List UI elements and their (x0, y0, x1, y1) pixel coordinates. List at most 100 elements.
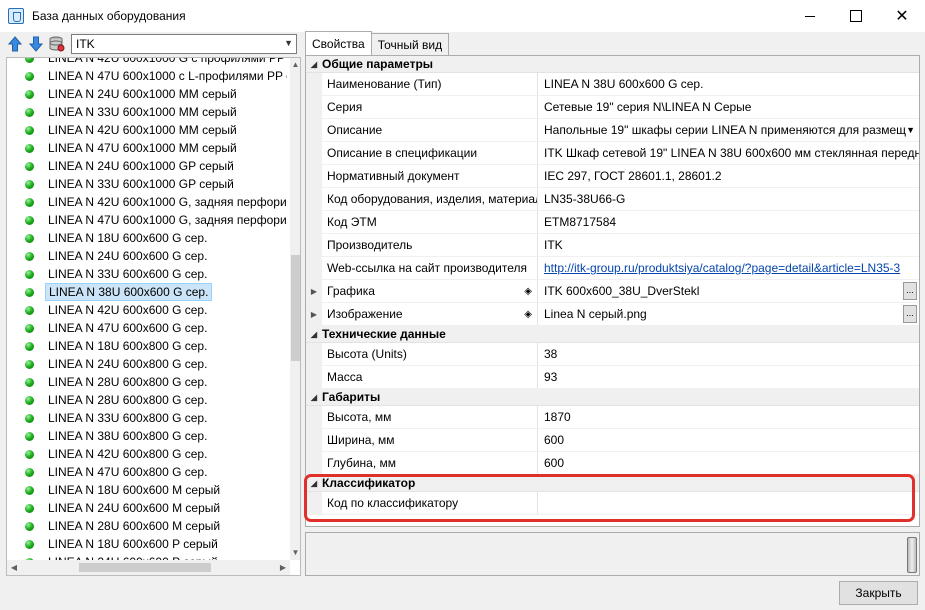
tree-item[interactable]: LINEA N 24U 600x1000 GP серый (7, 157, 287, 175)
property-row[interactable]: ▶ Изображение ◈ Linea N серый.png... (306, 303, 919, 326)
tree-item[interactable]: LINEA N 24U 600x800 G сер. (7, 355, 287, 373)
property-value[interactable] (538, 492, 919, 514)
scroll-up-icon[interactable]: ▲ (290, 58, 300, 72)
property-row[interactable]: ▶ Графика ◈ ITK 600x600_38U_DverStekl... (306, 280, 919, 303)
property-value[interactable]: 600 (538, 452, 919, 474)
property-value[interactable]: Напольные 19" шкафы серии LINEA N примен… (538, 119, 919, 141)
scroll-down-icon[interactable]: ▼ (290, 546, 300, 560)
property-value[interactable]: 38 (538, 343, 919, 365)
property-row[interactable]: Код по классификатору (306, 492, 919, 515)
tree-item[interactable]: LINEA N 42U 600x800 G сер. (7, 445, 287, 463)
property-row[interactable]: Web-ссылка на сайт производителя http://i… (306, 257, 919, 280)
property-value[interactable]: ITK Шкаф сетевой 19" LINEA N 38U 600x600… (538, 142, 919, 164)
property-value[interactable]: http://itk-group.ru/produktsiya/catalog/… (538, 257, 919, 279)
expand-arrow-icon[interactable]: ▶ (306, 280, 322, 302)
property-row[interactable]: Описание Напольные 19" шкафы серии LINEA … (306, 119, 919, 142)
property-row[interactable]: Код ЭТМ ETM8717584 (306, 211, 919, 234)
tree-item[interactable]: LINEA N 47U 600x1000 с L-профилями PP се… (7, 67, 287, 85)
status-dot-icon (25, 161, 34, 171)
tree-item[interactable]: LINEA N 33U 600x1000 GP серый (7, 175, 287, 193)
browse-button[interactable]: ... (903, 282, 917, 300)
tree-item[interactable]: LINEA N 33U 600x600 G сер. (7, 265, 287, 283)
property-value[interactable]: LINEA N 38U 600x600 G сер. (538, 73, 919, 95)
resize-grip-icon[interactable] (907, 537, 917, 573)
tree-item[interactable]: LINEA N 18U 600x800 G сер. (7, 337, 287, 355)
property-row[interactable]: Высота (Units) 38 (306, 343, 919, 366)
collapse-triangle-icon[interactable]: ◢ (306, 330, 322, 339)
tree-item[interactable]: LINEA N 42U 600x1000 MM серый (7, 121, 287, 139)
horizontal-scrollbar[interactable]: ◀ ▶ (7, 560, 290, 575)
tree-item[interactable]: LINEA N 18U 600x600 P серый (7, 535, 287, 553)
equipment-tree[interactable]: LINEA N 42U 600x1000 G с профилями PP се… (6, 57, 301, 576)
property-row[interactable]: Описание в спецификации ITK Шкаф сетевой … (306, 142, 919, 165)
property-value[interactable]: Linea N серый.png... (538, 303, 919, 325)
property-row[interactable]: Производитель ITK (306, 234, 919, 257)
scroll-right-icon[interactable]: ▶ (276, 560, 290, 575)
close-button[interactable]: Закрыть (839, 581, 918, 605)
property-row[interactable]: Код оборудования, изделия, материала LN35… (306, 188, 919, 211)
tree-item[interactable]: LINEA N 47U 600x1000 MM серый (7, 139, 287, 157)
database-icon[interactable] (48, 35, 66, 53)
tree-item[interactable]: LINEA N 38U 600x600 G сер. (7, 283, 287, 301)
expand-arrow-icon[interactable]: ▶ (306, 303, 322, 325)
tree-item[interactable]: LINEA N 28U 600x600 M серый (7, 517, 287, 535)
tree-item[interactable]: LINEA N 38U 600x800 G сер. (7, 427, 287, 445)
tree-item-label: LINEA N 42U 600x1000 G с профилями PP се… (48, 57, 287, 65)
tree-item[interactable]: LINEA N 18U 600x600 G сер. (7, 229, 287, 247)
property-row[interactable]: Высота, мм 1870 (306, 406, 919, 429)
tree-item[interactable]: LINEA N 42U 600x1000 G с профилями PP се… (7, 57, 287, 67)
tree-item[interactable]: LINEA N 33U 600x1000 MM серый (7, 103, 287, 121)
property-value[interactable]: 600 (538, 429, 919, 451)
property-value[interactable]: 1870 (538, 406, 919, 428)
collapse-triangle-icon[interactable]: ◢ (306, 479, 322, 488)
property-value[interactable]: ETM8717584 (538, 211, 919, 233)
tree-item[interactable]: LINEA N 24U 600x1000 MM серый (7, 85, 287, 103)
filter-combobox[interactable]: ITK ▼ (71, 34, 297, 54)
category-classifier[interactable]: ◢ Классификатор (306, 475, 919, 492)
tree-item[interactable]: LINEA N 42U 600x600 G сер. (7, 301, 287, 319)
maximize-button[interactable] (833, 0, 879, 32)
manufacturer-link[interactable]: http://itk-group.ru/produktsiya/catalog/… (544, 261, 900, 275)
property-value[interactable]: ITK 600x600_38U_DverStekl... (538, 280, 919, 302)
tree-item[interactable]: LINEA N 24U 600x600 M серый (7, 499, 287, 517)
arrow-up-icon[interactable] (6, 35, 24, 53)
property-row[interactable]: Нормативный документ IEC 297, ГОСТ 28601.… (306, 165, 919, 188)
category-general[interactable]: ◢ Общие параметры (306, 56, 919, 73)
h-scroll-thumb[interactable] (79, 563, 211, 572)
chevron-down-icon[interactable]: ▼ (906, 125, 915, 135)
chevron-down-icon[interactable]: ▼ (284, 38, 293, 48)
tree-item[interactable]: LINEA N 47U 600x1000 G, задняя перфориро… (7, 211, 287, 229)
property-value[interactable]: IEC 297, ГОСТ 28601.1, 28601.2 (538, 165, 919, 187)
property-row[interactable]: Серия Сетевые 19" серия N\LINEA N Серые (306, 96, 919, 119)
property-value[interactable]: 93 (538, 366, 919, 388)
tree-item[interactable]: LINEA N 28U 600x800 G сер. (7, 391, 287, 409)
property-value[interactable]: LN35-38U66-G (538, 188, 919, 210)
tree-item[interactable]: LINEA N 33U 600x800 G сер. (7, 409, 287, 427)
category-dimensions[interactable]: ◢ Габариты (306, 389, 919, 406)
tree-item[interactable]: LINEA N 28U 600x800 G сер. (7, 373, 287, 391)
tab-exact-view[interactable]: Точный вид (370, 33, 450, 55)
tree-item[interactable]: LINEA N 18U 600x600 M серый (7, 481, 287, 499)
property-value[interactable]: Сетевые 19" серия N\LINEA N Серые (538, 96, 919, 118)
tree-item[interactable]: LINEA N 47U 600x600 G сер. (7, 319, 287, 337)
scroll-left-icon[interactable]: ◀ (7, 560, 21, 575)
tree-item[interactable]: LINEA N 42U 600x1000 G, задняя перфориро… (7, 193, 287, 211)
arrow-down-icon[interactable] (27, 35, 45, 53)
minimize-button[interactable] (787, 0, 833, 32)
property-row[interactable]: Масса 93 (306, 366, 919, 389)
tab-properties[interactable]: Свойства (305, 31, 372, 55)
collapse-triangle-icon[interactable]: ◢ (306, 60, 322, 69)
scroll-thumb[interactable] (291, 255, 300, 361)
tree-item[interactable]: LINEA N 24U 600x600 G сер. (7, 247, 287, 265)
row-gutter (306, 165, 322, 187)
collapse-triangle-icon[interactable]: ◢ (306, 393, 322, 402)
property-row[interactable]: Наименование (Тип) LINEA N 38U 600x600 G … (306, 73, 919, 96)
property-row[interactable]: Глубина, мм 600 (306, 452, 919, 475)
browse-button[interactable]: ... (903, 305, 917, 323)
category-technical[interactable]: ◢ Технические данные (306, 326, 919, 343)
property-value[interactable]: ITK (538, 234, 919, 256)
close-window-button[interactable]: ✕ (879, 0, 925, 32)
property-row[interactable]: Ширина, мм 600 (306, 429, 919, 452)
vertical-scrollbar[interactable]: ▲ ▼ (290, 58, 300, 560)
tree-item[interactable]: LINEA N 47U 600x800 G сер. (7, 463, 287, 481)
